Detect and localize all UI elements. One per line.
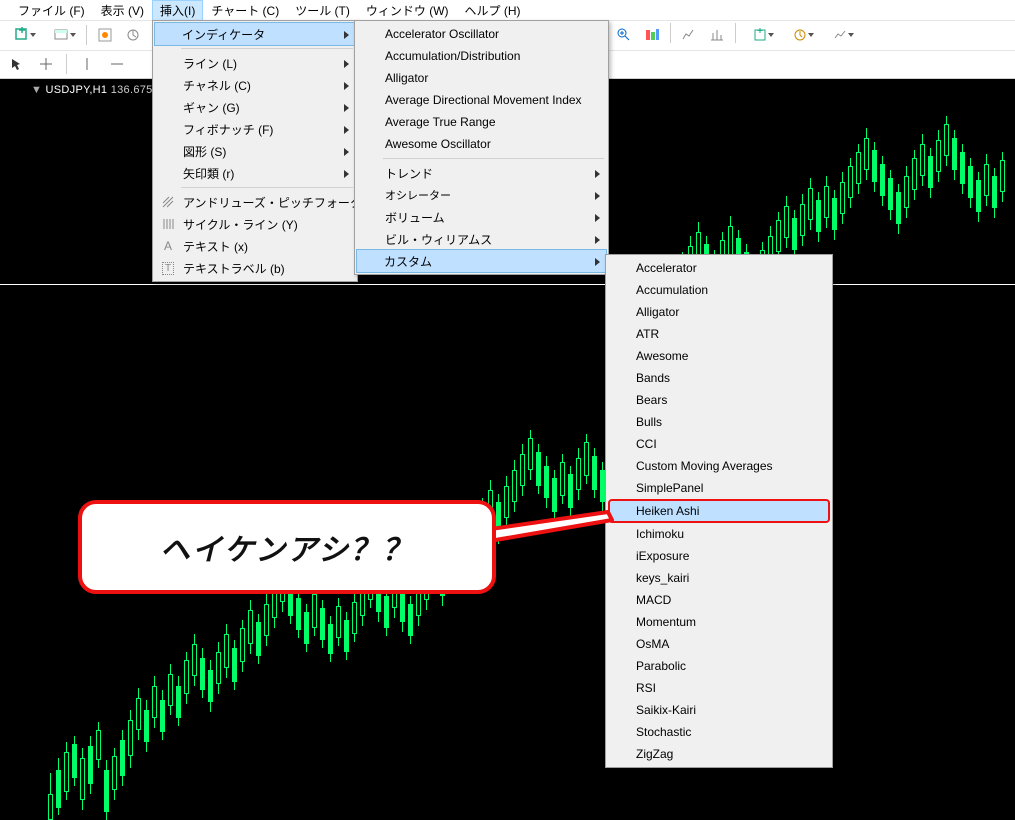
bid-text: 136.675 xyxy=(111,84,153,96)
insert-menu: インディケータライン (L)チャネル (C)ギャン (G)フィボナッチ (F)図… xyxy=(152,20,358,282)
menu-item[interactable]: チャネル (C) xyxy=(155,74,355,96)
menu-item[interactable]: Saikix-Kairi xyxy=(608,699,830,721)
menu-item[interactable]: ライン (L) xyxy=(155,52,355,74)
menu-item[interactable]: カスタム xyxy=(356,249,607,273)
menu-item[interactable]: 矢印類 (r) xyxy=(155,162,355,184)
menu-item[interactable]: テキストラベル (b)T xyxy=(155,257,355,279)
menu-item[interactable]: ビル・ウィリアムス xyxy=(357,228,606,250)
zoom-out-button[interactable] xyxy=(640,23,664,47)
menu-item[interactable]: iExposure xyxy=(608,545,830,567)
menu-item[interactable]: フィボナッチ (F) xyxy=(155,118,355,140)
toolbar-separator xyxy=(66,54,67,74)
horizontal-line-button[interactable] xyxy=(105,52,129,76)
menu-window[interactable]: ウィンドウ (W) xyxy=(358,0,457,21)
menu-item[interactable]: MACD xyxy=(608,589,830,611)
submenu-arrow-icon xyxy=(344,82,349,90)
menu-item[interactable]: RSI xyxy=(608,677,830,699)
menu-separator xyxy=(181,187,353,188)
menu-item[interactable]: アンドリューズ・ピッチフォーク (A) xyxy=(155,191,355,213)
menu-item[interactable]: Accelerator xyxy=(608,257,830,279)
menu-item[interactable]: Ichimoku xyxy=(608,523,830,545)
market-watch-button[interactable] xyxy=(93,23,117,47)
menu-chart[interactable]: チャート (C) xyxy=(203,0,287,21)
strategy-tester-button[interactable] xyxy=(822,23,858,47)
menu-item[interactable]: Average Directional Movement Index xyxy=(357,89,606,111)
indicators-button[interactable] xyxy=(677,23,701,47)
cursor-button[interactable] xyxy=(4,52,28,76)
T-icon: T xyxy=(159,259,177,277)
pitch-icon xyxy=(159,193,177,211)
menu-item[interactable]: ボリューム xyxy=(357,206,606,228)
menu-item[interactable]: SimplePanel xyxy=(608,477,830,499)
templates-button[interactable] xyxy=(742,23,778,47)
submenu-arrow-icon xyxy=(595,170,600,178)
menu-item[interactable]: Bands xyxy=(608,367,830,389)
symbol-text: USDJPY,H1 xyxy=(46,84,108,96)
submenu-arrow-icon xyxy=(344,148,349,156)
submenu-arrow-icon xyxy=(595,258,600,266)
menu-item[interactable]: Alligator xyxy=(608,301,830,323)
callout-bubble: ヘイケンアシ？？ xyxy=(78,500,496,594)
menu-item[interactable]: Accumulation xyxy=(608,279,830,301)
submenu-arrow-icon xyxy=(595,192,600,200)
vertical-line-button[interactable] xyxy=(75,52,99,76)
menu-item[interactable]: Momentum xyxy=(608,611,830,633)
menu-separator xyxy=(383,158,604,159)
menubar: ファイル (F) 表示 (V) 挿入(I) チャート (C) ツール (T) ウ… xyxy=(0,0,1015,21)
crosshair-button[interactable] xyxy=(34,52,58,76)
menu-item[interactable]: Average True Range xyxy=(357,111,606,133)
toolbar-separator xyxy=(670,23,671,43)
indicators-submenu: Accelerator OscillatorAccumulation/Distr… xyxy=(354,20,609,275)
menu-item[interactable]: ATR xyxy=(608,323,830,345)
menu-item[interactable]: オシレーター xyxy=(357,184,606,206)
submenu-arrow-icon xyxy=(344,126,349,134)
A-icon: A xyxy=(159,237,177,255)
menu-item[interactable]: トレンド xyxy=(357,162,606,184)
menu-item[interactable]: Stochastic xyxy=(608,721,830,743)
navigator-button[interactable] xyxy=(121,23,145,47)
menu-item[interactable]: CCI xyxy=(608,433,830,455)
toolbar-separator xyxy=(86,25,87,45)
callout-tail xyxy=(480,500,640,550)
menu-tools[interactable]: ツール (T) xyxy=(287,0,358,21)
submenu-arrow-icon xyxy=(344,170,349,178)
menu-item[interactable]: ZigZag xyxy=(608,743,830,765)
menu-item[interactable]: OsMA xyxy=(608,633,830,655)
profiles-button[interactable] xyxy=(44,23,80,47)
periods-button[interactable] xyxy=(705,23,729,47)
submenu-arrow-icon xyxy=(344,60,349,68)
timeframes-button[interactable] xyxy=(782,23,818,47)
menu-item[interactable]: Alligator xyxy=(357,67,606,89)
callout-text: ヘイケンアシ？？ xyxy=(160,525,414,569)
submenu-arrow-icon xyxy=(595,236,600,244)
menu-item[interactable]: ギャン (G) xyxy=(155,96,355,118)
menu-item[interactable]: Custom Moving Averages xyxy=(608,455,830,477)
menu-item[interactable]: Bulls xyxy=(608,411,830,433)
cyc-icon xyxy=(159,215,177,233)
menu-item[interactable]: Awesome Oscillator xyxy=(357,133,606,155)
menu-insert[interactable]: 挿入(I) xyxy=(152,0,203,21)
menu-help[interactable]: ヘルプ (H) xyxy=(457,0,529,21)
toolbar-separator xyxy=(735,23,736,43)
menu-file[interactable]: ファイル (F) xyxy=(10,0,93,21)
menu-view[interactable]: 表示 (V) xyxy=(93,0,152,21)
submenu-arrow-icon xyxy=(344,31,349,39)
submenu-arrow-icon xyxy=(344,104,349,112)
submenu-arrow-icon xyxy=(595,214,600,222)
menu-item[interactable]: Accumulation/Distribution xyxy=(357,45,606,67)
menu-item[interactable]: インディケータ xyxy=(154,22,356,46)
new-chart-button[interactable] xyxy=(4,23,40,47)
menu-item[interactable]: テキスト (x)A xyxy=(155,235,355,257)
menu-item[interactable]: Parabolic xyxy=(608,655,830,677)
zoom-in-button[interactable] xyxy=(612,23,636,47)
menu-item[interactable]: Accelerator Oscillator xyxy=(357,23,606,45)
menu-item[interactable]: サイクル・ライン (Y) xyxy=(155,213,355,235)
price-line xyxy=(0,284,1015,285)
menu-separator xyxy=(181,48,353,49)
menu-item[interactable]: Bears xyxy=(608,389,830,411)
menu-item[interactable]: Heiken Ashi xyxy=(608,499,830,523)
menu-item[interactable]: Awesome xyxy=(608,345,830,367)
menu-item[interactable]: keys_kairi xyxy=(608,567,830,589)
menu-item[interactable]: 図形 (S) xyxy=(155,140,355,162)
